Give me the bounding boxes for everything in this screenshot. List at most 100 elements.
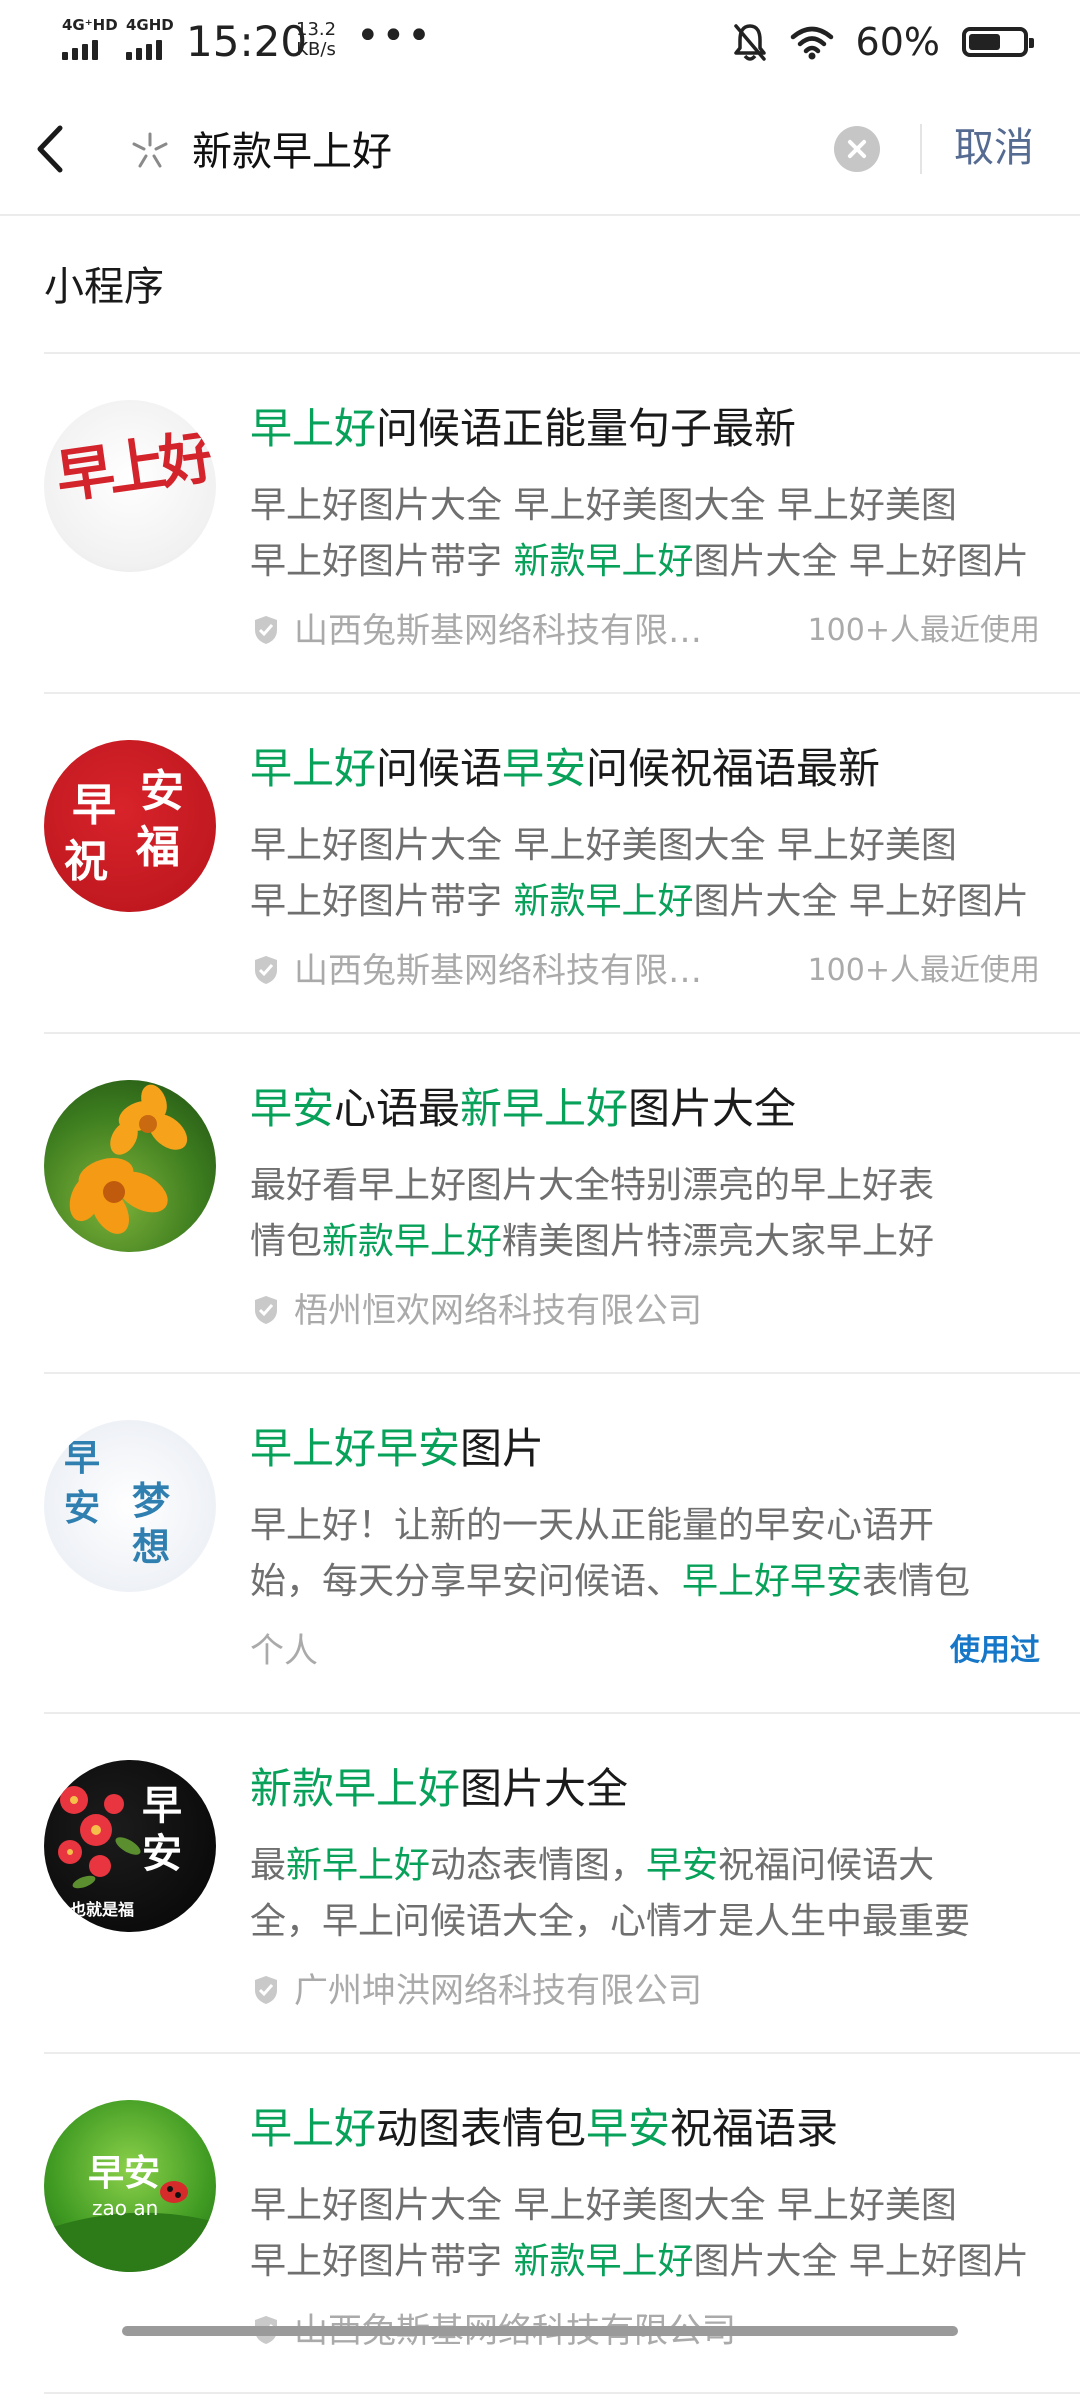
mini-program-logo: 早 安 梦 想 [44,1420,216,1592]
result-footer: 广州坤洪网络科技有限公司 [250,1966,1040,2016]
usage-count: 100+人最近使用 [807,953,1040,988]
text-segment: 问候语正能量句子最新 [376,404,797,453]
result-title: 早上好早安图片 [250,1422,544,1476]
result-description: 最新早上好动态表情图，早安祝福问候语大 全，早上问候语大全，心情才是人生中最重要 [250,1838,1040,1950]
text-segment: 图片大全 [460,1764,629,1813]
flower-image [69,1084,188,1234]
result-description: 早上好图片大全 早上好美图大全 早上好美图 早上好图片带字 新款早上好图片大全 早… [250,2178,1040,2290]
developer-name: 个人 [250,1631,318,1671]
result-footer: 个人 使用过 [250,1626,1040,1676]
highlight-text: 新款早上好 [322,1221,503,1262]
text-segment: 早上好图片带字 [250,2241,514,2282]
highlight-text: 新款早上好 [250,1764,461,1813]
highlight-text: 早上好早安 [682,1561,863,1602]
result-description: 最好看早上好图片大全特别漂亮的早上好表 情包新款早上好精美图片特漂亮大家早上好 [250,1158,1040,1270]
highlight-text: 早上好 [250,404,377,453]
result-title: 早安心语最新早上好图片大全 [250,1082,796,1136]
highlight-text: 早上好 [250,2104,377,2153]
clear-search-icon[interactable] [834,126,880,172]
text-segment: 始，每天分享早安问候语、 [250,1561,683,1602]
search-input[interactable] [192,112,792,184]
wifi-icon [790,26,833,60]
text-segment: 最 [250,1845,287,1886]
mini-program-logo: 早 安 祝 福 [44,740,216,912]
result-item[interactable]: 早 安 梦 想 早上好早安图片 早上好！让新的一天从正能量的早安心语开 始，每天分… [0,1374,1080,1714]
text-segment: 图片大全 早上好图片 [693,2241,1029,2282]
clock: 15:20 [186,17,308,66]
result-title: 早上好问候语早安问候祝福语最新 [250,742,880,796]
section-title: 小程序 [44,264,164,310]
status-bar: 4G⁺HD 4GHD 15:20 13.2 KB/s ••• 60% [0,0,1080,84]
highlight-text: 早安 [502,744,587,793]
battery-icon [962,27,1034,57]
text-segment: 动态表情图， [430,1845,647,1886]
signal-icon-1 [62,36,98,60]
text-segment: 表情包 [862,1561,971,1602]
more-notifications-icon: ••• [356,13,433,59]
text-segment: 早上好图片带字 [250,881,514,922]
highlight-text: 早上好早安 [250,1424,461,1473]
mini-program-logo: 早上好 [44,400,216,572]
result-description: 早上好！让新的一天从正能量的早安心语开 始，每天分享早安问候语、早上好早安表情包 [250,1498,1040,1610]
result-item[interactable]: 早上好 早上好问候语正能量句子最新 早上好图片大全 早上好美图大全 早上好美图早… [0,354,1080,694]
back-arrow-icon[interactable] [28,114,78,184]
result-footer: 梧州恒欢网络科技有限公司 [250,1286,1040,1336]
mini-program-icon [132,132,168,168]
text-segment: 早上好图片大全 早上好美图大全 早上好美图 [250,825,957,866]
home-indicator[interactable] [122,2326,958,2336]
used-before-label: 使用过 [950,1633,1040,1668]
text-segment: 问候祝福语最新 [586,744,881,793]
result-item[interactable]: 早 安 也就是福 新款早上好图片大全 最新早上好动态表情图，早安祝福问候语大 全，… [0,1714,1080,2054]
battery-level [969,34,1000,50]
mute-bell-icon [733,24,766,61]
text-segment: 早上好图片大全 早上好美图大全 早上好美图 [250,2185,957,2226]
text-segment: 最好看早上好图片大全特别漂亮的早上好表 [250,1165,935,1206]
usage-count: 100+人最近使用 [807,613,1040,648]
result-description: 早上好图片大全 早上好美图大全 早上好美图 早上好图片带字 新款早上好图片大全 早… [250,478,1040,590]
highlight-text: 早安 [250,1084,335,1133]
text-segment: 心语最 [334,1084,461,1133]
result-footer: 山西兔斯基网络科技有限… 100+人最近使用 [250,606,1040,656]
text-segment: 祝福语录 [670,2104,839,2153]
text-segment: 早上好图片带字 [250,541,514,582]
result-title: 新款早上好图片大全 [250,1762,628,1816]
developer-name: 山西兔斯基网络科技有限… [294,951,702,991]
result-title: 早上好动图表情包早安祝福语录 [250,2102,838,2156]
result-description: 早上好图片大全 早上好美图大全 早上好美图 早上好图片带字 新款早上好图片大全 早… [250,818,1040,930]
verified-icon [255,1976,277,2004]
highlight-text: 早上好 [250,744,377,793]
developer-name: 广州坤洪网络科技有限公司 [294,1971,702,2011]
result-item[interactable]: 早安 zao an 早上好动图表情包早安祝福语录 早上好图片大全 早上好美图大全… [0,2054,1080,2394]
text-segment: 祝福问候语大 [718,1845,935,1886]
result-footer: 山西兔斯基网络科技有限… 100+人最近使用 [250,946,1040,996]
result-title: 早上好问候语正能量句子最新 [250,402,796,456]
highlight-text: 新款早上好 [513,541,694,582]
result-item[interactable]: 早安心语最新早上好图片大全 最好看早上好图片大全特别漂亮的早上好表 情包新款早上好… [0,1034,1080,1374]
mini-program-logo: 早安 zao an [44,2100,216,2272]
verified-icon [255,956,277,984]
mini-program-logo: 早 安 也就是福 [44,1760,216,1932]
text-segment: 精美图片特漂亮大家早上好 [502,1221,935,1262]
developer-name: 山西兔斯基网络科技有限… [294,611,702,651]
mini-program-logo [44,1080,216,1252]
cancel-button[interactable]: 取消 [954,122,1034,174]
text-segment: 动图表情包 [376,2104,587,2153]
text-segment: 情包 [250,1221,323,1262]
highlight-text: 新款早上好 [513,881,694,922]
result-item[interactable]: 早 安 祝 福 早上好问候语早安问候祝福语最新 早上好图片大全 早上好美图大全 … [0,694,1080,1034]
highlight-text: 新早上好 [460,1084,629,1133]
highlight-text: 新早上好 [286,1845,431,1886]
network-type-2: 4GHD [126,16,174,34]
developer-name: 梧州恒欢网络科技有限公司 [294,1291,702,1331]
verified-icon [255,616,277,644]
network-speed: 13.2 KB/s [296,19,337,60]
highlight-text: 早安 [646,1845,719,1886]
text-segment: 图片大全 [628,1084,797,1133]
text-segment: 早上好！让新的一天从正能量的早安心语开 [250,1505,935,1546]
battery-percent: 60% [855,20,940,64]
signal-icon-2 [126,36,162,60]
text-segment: 问候语 [376,744,503,793]
verified-icon [255,1296,277,1324]
text-segment: 图片大全 早上好图片 [693,541,1029,582]
results-list: 早上好 早上好问候语正能量句子最新 早上好图片大全 早上好美图大全 早上好美图早… [0,354,1080,2394]
